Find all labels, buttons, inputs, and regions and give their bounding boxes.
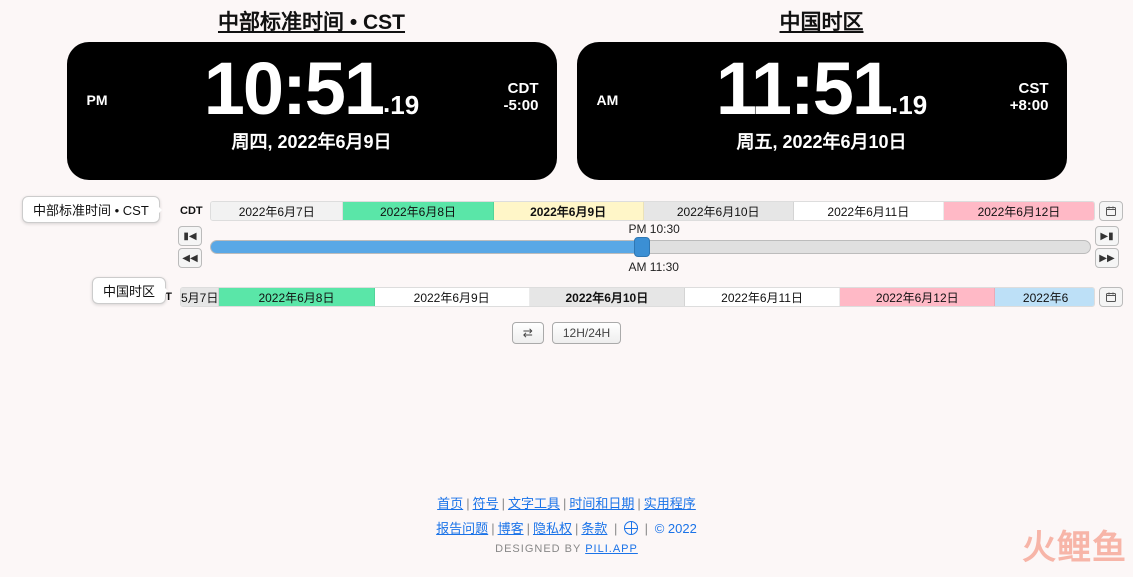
time-0: 10:51 [204,52,383,126]
slider-bottom-label: AM 11:30 [628,260,678,274]
footer-link[interactable]: 首页 [437,496,463,511]
clock-card-1: AM CST+8:00 11:51 . 19 周五, 2022年6月10日 [577,42,1067,180]
footer-link[interactable]: 时间和日期 [569,496,634,511]
date-1: 周五, 2022年6月10日 [736,128,906,154]
slider-top-label: PM 10:30 [628,222,679,236]
day-strip-2[interactable]: 5月7日2022年6月8日2022年6月9日2022年6月10日2022年6月1… [180,287,1095,307]
day-segment[interactable]: 2022年6月9日 [494,202,644,220]
designed-by-label: DESIGNED BY [495,543,585,555]
watermark: 火鲤鱼 [1022,520,1127,569]
clock-card-0: PM CDT-5:00 10:51 . 19 周四, 2022年6月9日 [67,42,557,180]
footer-link[interactable]: 博客 [498,521,524,536]
footer-link[interactable]: 条款 [581,521,607,536]
track-label-2: 中国时区 [92,277,166,304]
day-segment[interactable]: 2022年6月11日 [685,288,840,306]
day-segment[interactable]: 2022年6月10日 [530,288,685,306]
step-forward-icon[interactable]: ▶▮ [1095,226,1119,246]
seconds-0: 19 [390,90,419,121]
day-segment[interactable]: 2022年6月12日 [840,288,995,306]
footer-link[interactable]: 报告问题 [436,521,488,536]
calendar-icon[interactable] [1099,287,1123,307]
day-segment[interactable]: 2022年6月10日 [644,202,794,220]
designer-link[interactable]: PILI.APP [585,543,638,555]
footer-link[interactable]: 实用程序 [644,496,696,511]
footer-link[interactable]: 符号 [473,496,499,511]
skip-back-icon[interactable]: ◀◀ [178,248,202,268]
footer-link[interactable]: 隐私权 [533,521,572,536]
track-abbr-1: CDT [180,205,210,217]
swap-button[interactable]: ⇄ [512,322,544,344]
track-label-1: 中部标准时间 • CST [22,196,160,223]
clock-title-1[interactable]: 中国时区 [577,6,1067,36]
day-segment[interactable]: 5月7日 [181,288,219,306]
day-segment[interactable]: 2022年6 [995,288,1095,306]
day-segment[interactable]: 2022年6月11日 [794,202,944,220]
clock-title-0[interactable]: 中部标准时间 • CST [67,6,557,36]
ampm-1: AM [597,92,619,108]
tz-abbr-0: CDT-5:00 [503,80,538,114]
date-0: 周四, 2022年6月9日 [231,128,391,154]
time-format-button[interactable]: 12H/24H [552,322,621,344]
skip-forward-icon[interactable]: ▶▶ [1095,248,1119,268]
day-segment[interactable]: 2022年6月8日 [343,202,493,220]
globe-icon[interactable] [624,521,638,535]
footer: 首页|符号|文字工具|时间和日期|实用程序 报告问题|博客|隐私权|条款 | |… [0,493,1133,555]
day-segment[interactable]: 2022年6月8日 [219,288,374,306]
step-back-icon[interactable]: ▮◀ [178,226,202,246]
copyright: © 2022 [655,521,697,536]
time-1: 11:51 [716,52,891,126]
day-strip-1[interactable]: 2022年6月7日2022年6月8日2022年6月9日2022年6月10日202… [210,201,1095,221]
day-segment[interactable]: 2022年6月7日 [211,202,343,220]
day-segment[interactable]: 2022年6月9日 [375,288,530,306]
ampm-0: PM [87,92,108,108]
tz-abbr-1: CST+8:00 [1010,80,1049,114]
seconds-1: 19 [898,90,927,121]
time-slider[interactable] [210,240,1091,254]
footer-link[interactable]: 文字工具 [508,496,560,511]
calendar-icon[interactable] [1099,201,1123,221]
day-segment[interactable]: 2022年6月12日 [944,202,1094,220]
